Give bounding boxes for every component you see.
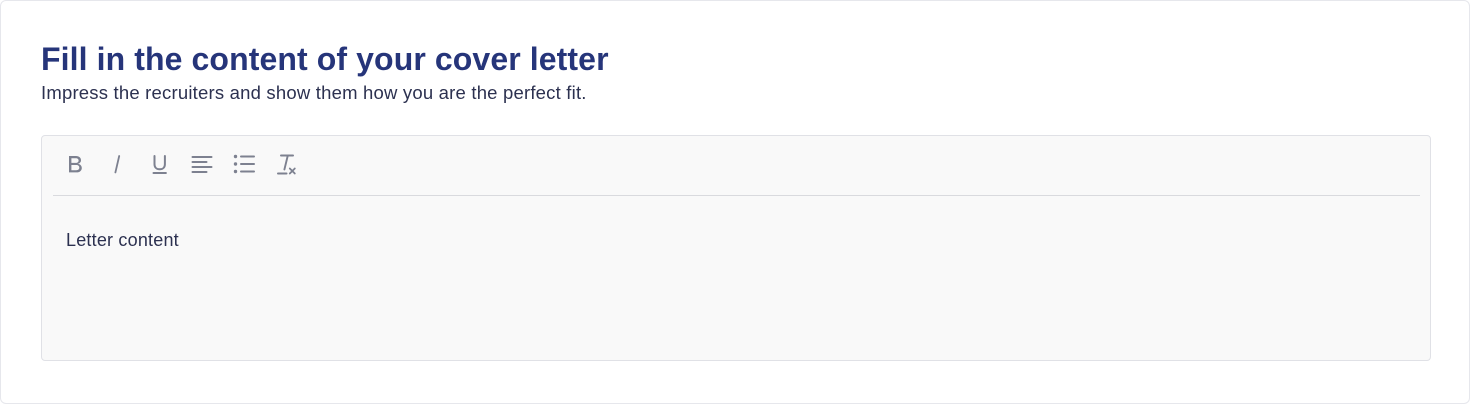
clear-formatting-icon bbox=[277, 154, 296, 175]
page-subtitle: Impress the recruiters and show them how… bbox=[41, 82, 587, 103]
page-title: Fill in the content of your cover letter bbox=[41, 41, 609, 77]
align-left-button[interactable] bbox=[188, 150, 216, 178]
cover-letter-card: Fill in the content of your cover letter… bbox=[0, 0, 1470, 404]
italic-icon bbox=[114, 155, 121, 174]
underline-icon bbox=[152, 155, 167, 174]
bullet-list-icon bbox=[233, 154, 255, 174]
rich-text-editor: Letter content bbox=[41, 135, 1431, 361]
bullet-list-button[interactable] bbox=[230, 150, 258, 178]
align-left-icon bbox=[191, 156, 213, 173]
bold-button[interactable] bbox=[61, 150, 89, 178]
underline-button[interactable] bbox=[146, 150, 174, 178]
editor-text-area[interactable]: Letter content bbox=[66, 228, 179, 252]
clear-formatting-button[interactable] bbox=[273, 150, 301, 178]
italic-button[interactable] bbox=[103, 150, 131, 178]
editor-toolbar bbox=[53, 136, 1420, 196]
bold-icon bbox=[69, 156, 82, 173]
